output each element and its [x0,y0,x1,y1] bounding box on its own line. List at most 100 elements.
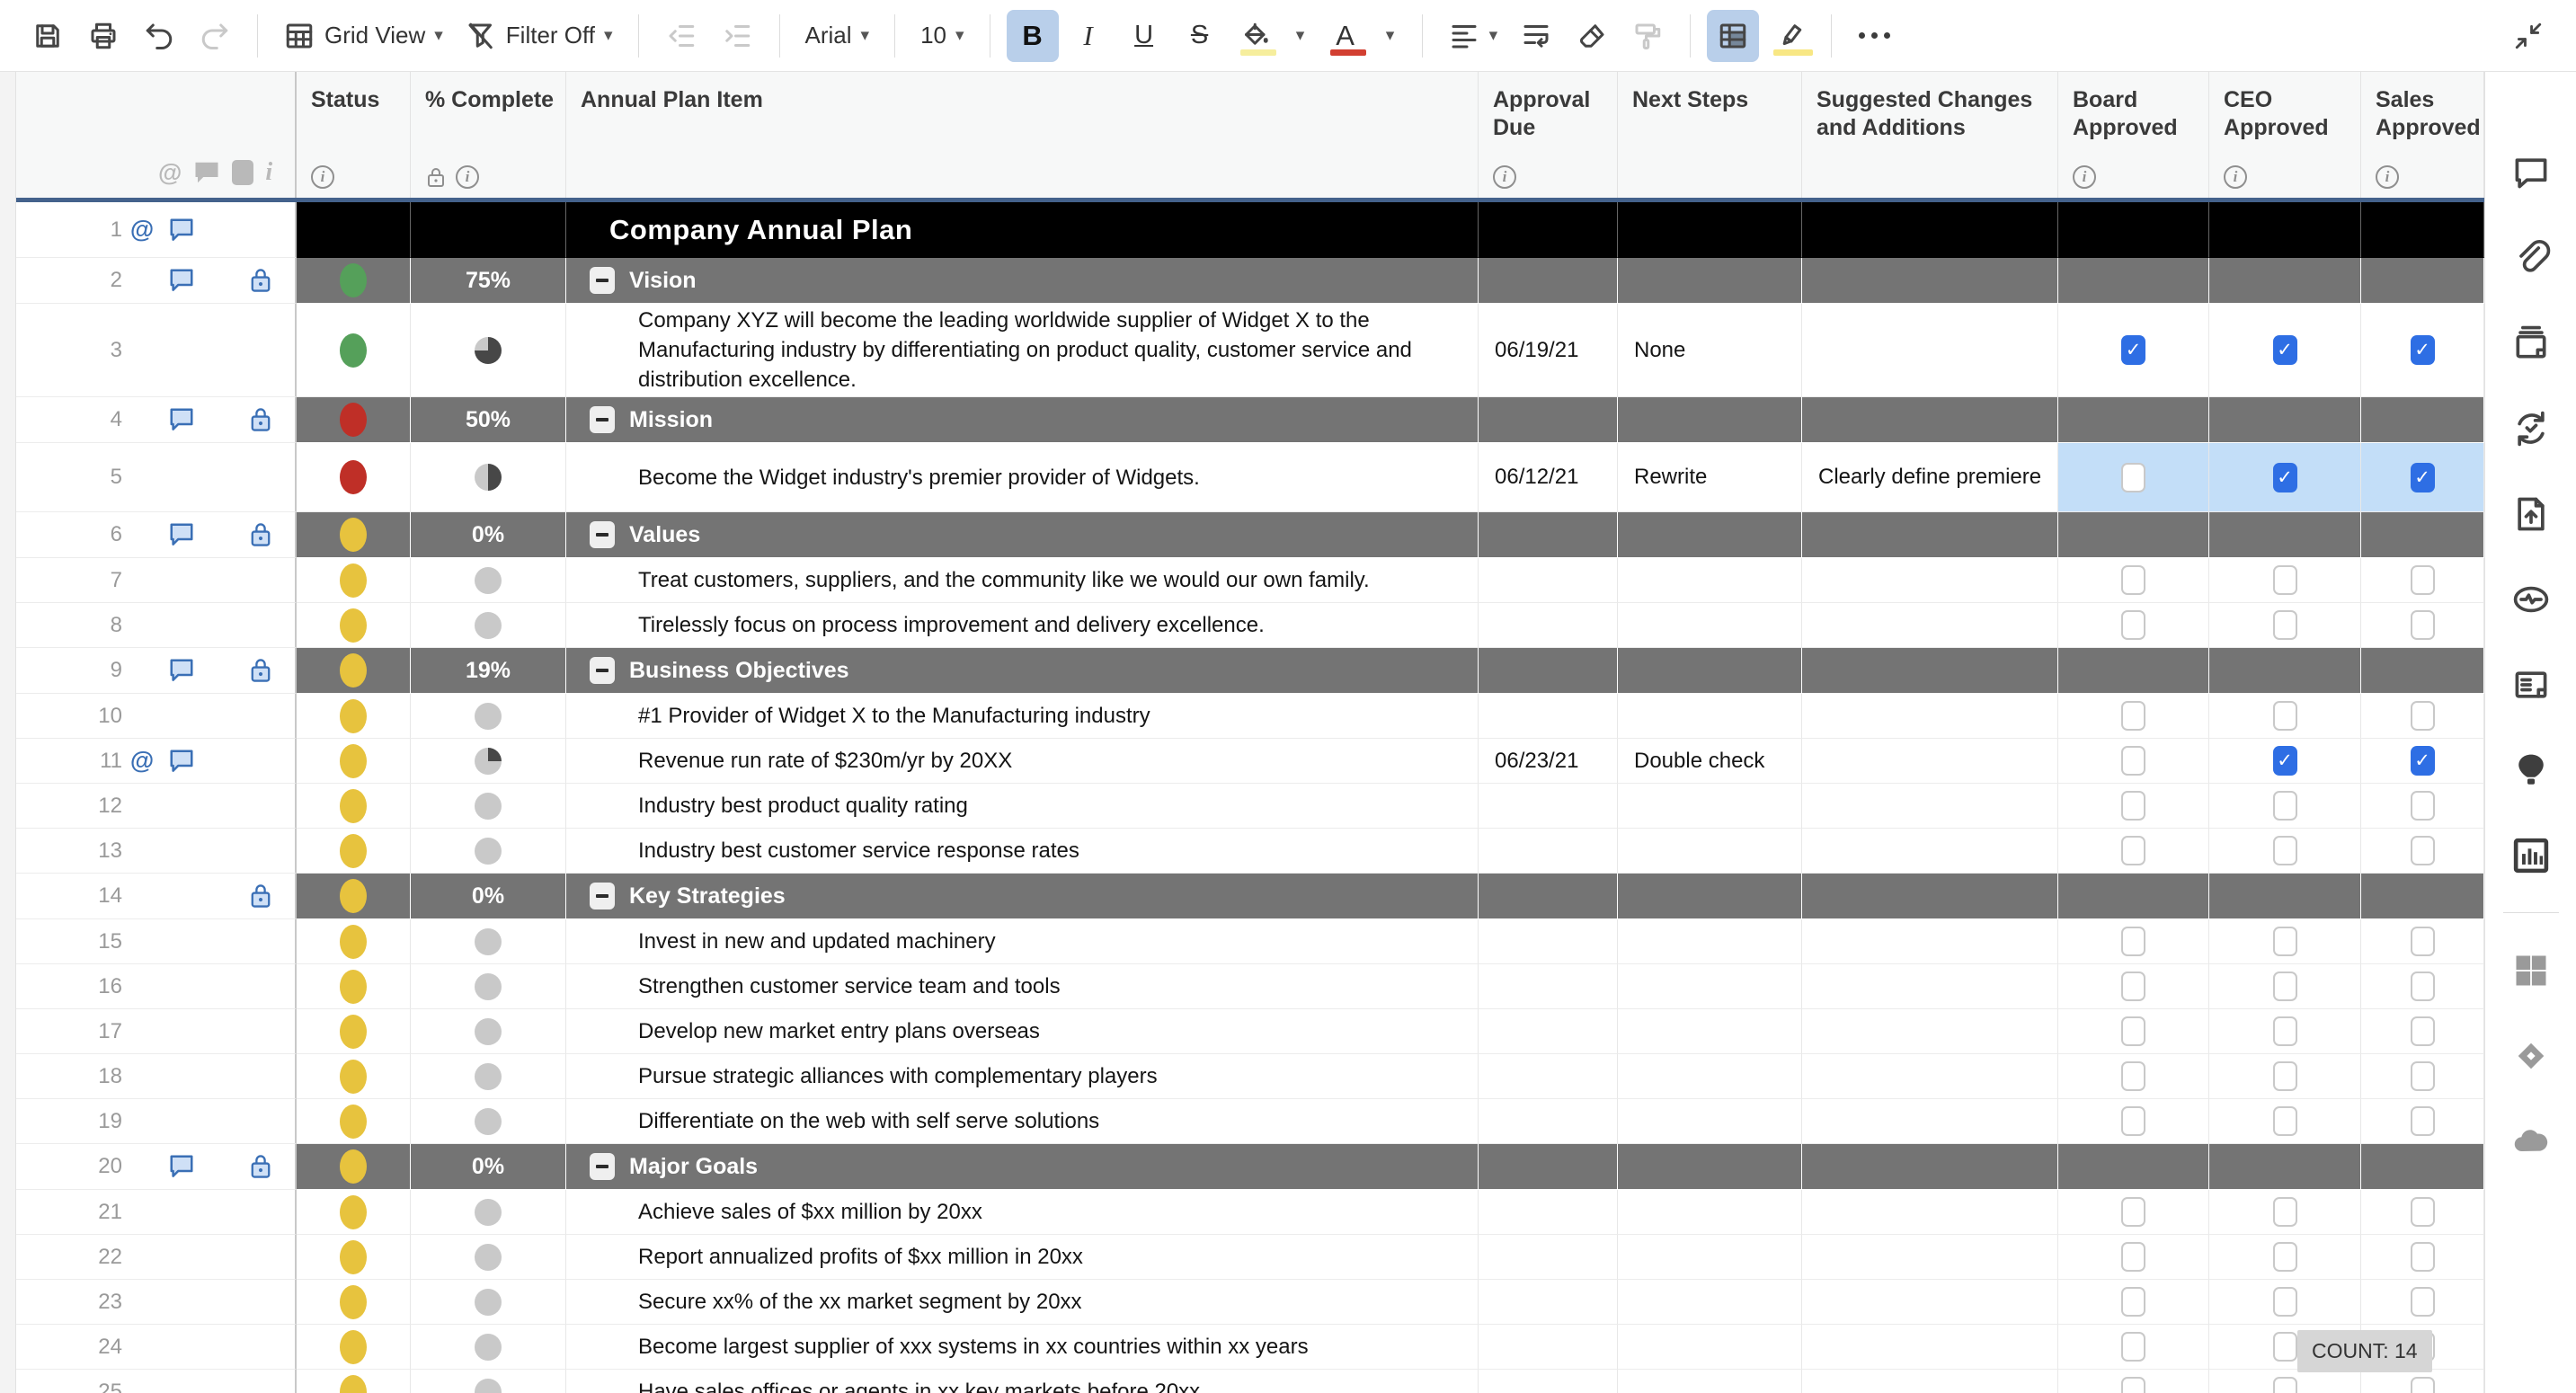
table-row[interactable]: 25Have sales offices or agents in xx key… [16,1370,2484,1393]
cell-sales-approved[interactable] [2361,1054,2484,1099]
cell-suggested-changes[interactable] [1802,1054,2058,1099]
checkbox-unchecked[interactable] [2411,972,2435,1001]
row-gutter[interactable]: 6 [16,512,297,558]
cell-suggested-changes[interactable] [1802,603,2058,648]
row-gutter[interactable]: 16 [16,964,297,1009]
cell-approval-due[interactable] [1479,1280,1618,1325]
table-row[interactable]: 24Become largest supplier of xxx systems… [16,1325,2484,1370]
cell-suggested-changes[interactable] [1802,874,2058,919]
cell-next-steps[interactable] [1618,397,1802,443]
comment-icon[interactable] [168,217,195,244]
checkbox-checked[interactable]: ✓ [2411,746,2435,776]
cell-board-approved[interactable] [2058,1054,2209,1099]
table-row[interactable]: 17Develop new market entry plans oversea… [16,1009,2484,1054]
cell-board-approved[interactable] [2058,694,2209,739]
more-options-button[interactable] [1848,10,1900,62]
cell-approval-due[interactable] [1479,202,1618,258]
cell-plan-item[interactable]: Achieve sales of $xx million by 20xx [566,1190,1479,1235]
cell-suggested-changes[interactable] [1802,648,2058,694]
cell-status[interactable] [297,1144,411,1190]
cell-next-steps[interactable] [1618,1190,1802,1235]
comment-icon[interactable] [168,657,195,684]
cell-next-steps[interactable]: Double check [1618,739,1802,784]
cell-ceo-approved[interactable] [2209,512,2361,558]
cell-next-steps[interactable] [1618,1325,1802,1370]
cell-suggested-changes[interactable] [1802,258,2058,304]
indent-button[interactable] [711,10,763,62]
cell-board-approved[interactable] [2058,558,2209,603]
cell-approval-due[interactable] [1479,258,1618,304]
row-gutter[interactable]: 13 [16,829,297,874]
cell-suggested-changes[interactable] [1802,558,2058,603]
cell-percent[interactable]: 0% [411,1144,566,1190]
table-row[interactable]: 13Industry best customer service respons… [16,829,2484,874]
lock-icon[interactable] [248,521,273,548]
cell-approval-due[interactable] [1479,1009,1618,1054]
checkbox-unchecked[interactable] [2121,463,2145,492]
cell-plan-item[interactable]: Industry best product quality rating [566,784,1479,829]
cell-plan-item[interactable]: Revenue run rate of $230m/yr by 20XX [566,739,1479,784]
cell-next-steps[interactable] [1618,1054,1802,1099]
cell-board-approved[interactable] [2058,1235,2209,1280]
cell-percent[interactable] [411,964,566,1009]
sidebar-update-requests-button[interactable] [2499,386,2563,471]
checkbox-unchecked[interactable] [2273,791,2297,821]
cell-percent[interactable]: 50% [411,397,566,443]
cell-next-steps[interactable] [1618,1144,1802,1190]
cell-suggested-changes[interactable] [1802,1325,2058,1370]
collapse-toolbar-button[interactable] [2502,10,2554,62]
sidebar-proofs-button[interactable] [2499,300,2563,386]
sidebar-publish-button[interactable] [2499,471,2563,556]
cell-suggested-changes[interactable] [1802,512,2058,558]
cell-approval-due[interactable] [1479,874,1618,919]
sidebar-salesforce-button[interactable] [2499,1098,2563,1184]
cell-status[interactable] [297,739,411,784]
cell-sales-approved[interactable] [2361,919,2484,964]
cell-approval-due[interactable]: 06/23/21 [1479,739,1618,784]
undo-button[interactable] [133,10,185,62]
row-gutter[interactable]: 22 [16,1235,297,1280]
row-gutter[interactable]: 19 [16,1099,297,1144]
cell-ceo-approved[interactable] [2209,784,2361,829]
checkbox-unchecked[interactable] [2121,1332,2145,1362]
font-size-selector[interactable]: 10 ▾ [911,10,973,62]
cell-next-steps[interactable] [1618,829,1802,874]
cell-percent[interactable] [411,829,566,874]
checkbox-unchecked[interactable] [2273,1061,2297,1091]
cell-sales-approved[interactable] [2361,603,2484,648]
cell-approval-due[interactable] [1479,784,1618,829]
row-gutter[interactable]: 21 [16,1190,297,1235]
wrap-text-button[interactable] [1510,10,1562,62]
checkbox-unchecked[interactable] [2273,1332,2297,1362]
checkbox-unchecked[interactable] [2411,836,2435,865]
cell-ceo-approved[interactable] [2209,1054,2361,1099]
checkbox-unchecked[interactable] [2121,610,2145,640]
cell-suggested-changes[interactable] [1802,919,2058,964]
checkbox-unchecked[interactable] [2411,610,2435,640]
lock-icon[interactable] [248,657,273,684]
cell-sales-approved[interactable] [2361,397,2484,443]
cell-status[interactable] [297,1280,411,1325]
cell-ceo-approved[interactable] [2209,829,2361,874]
collapse-section-button[interactable] [590,657,615,684]
cell-plan-item[interactable]: Pursue strategic alliances with compleme… [566,1054,1479,1099]
cell-plan-item[interactable]: Develop new market entry plans overseas [566,1009,1479,1054]
cell-status[interactable] [297,1235,411,1280]
cell-percent[interactable] [411,919,566,964]
cell-ceo-approved[interactable] [2209,874,2361,919]
row-gutter[interactable]: 1@ [16,202,297,258]
cell-plan-item[interactable]: Business Objectives [566,648,1479,694]
checkbox-unchecked[interactable] [2273,565,2297,595]
cell-status[interactable] [297,397,411,443]
cell-plan-item[interactable]: Company Annual Plan [566,202,1479,258]
row-gutter[interactable]: 15 [16,919,297,964]
cell-sales-approved[interactable] [2361,829,2484,874]
table-row[interactable]: 8Tirelessly focus on process improvement… [16,603,2484,648]
cell-status[interactable] [297,1099,411,1144]
cell-board-approved[interactable] [2058,202,2209,258]
cell-sales-approved[interactable] [2361,1370,2484,1393]
comment-icon[interactable] [168,748,195,775]
cell-approval-due[interactable] [1479,397,1618,443]
highlight-changes-button[interactable] [1763,10,1815,62]
cell-plan-item[interactable]: Have sales offices or agents in xx key m… [566,1370,1479,1393]
